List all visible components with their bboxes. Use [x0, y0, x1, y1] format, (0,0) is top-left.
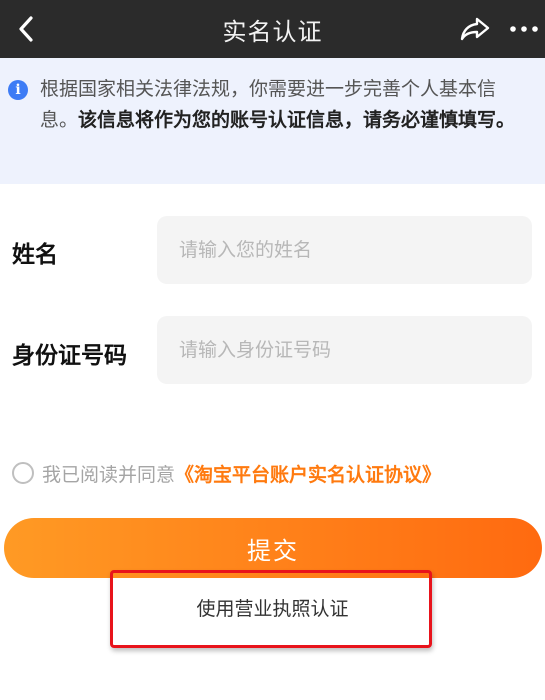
agreement-row: 我已阅读并同意 《淘宝平台账户实名认证协议》: [12, 459, 441, 487]
top-navbar: 实名认证: [0, 0, 545, 58]
id-number-label: 身份证号码: [12, 343, 127, 369]
submit-button[interactable]: 提交: [4, 518, 542, 578]
agreement-radio[interactable]: [12, 462, 34, 484]
notice-banner: i 根据国家相关法律法规，你需要进一步完善个人基本信息。该信息将作为您的账号认证…: [0, 58, 545, 184]
more-dots-icon: [510, 26, 538, 32]
notice-text-bold: 该信息将作为您的账号认证信息，请务必谨慎填写。: [78, 109, 516, 131]
name-label: 姓名: [12, 242, 58, 268]
share-button[interactable]: [455, 11, 495, 47]
agreement-link[interactable]: 《淘宝平台账户实名认证协议》: [175, 460, 441, 487]
id-number-input[interactable]: [157, 316, 532, 384]
more-button[interactable]: [504, 11, 544, 47]
share-icon: [460, 17, 490, 41]
notice-text: 根据国家相关法律法规，你需要进一步完善个人基本信息。该信息将作为您的账号认证信息…: [40, 74, 531, 136]
name-input[interactable]: [157, 216, 532, 284]
agreement-prefix: 我已阅读并同意: [42, 463, 176, 486]
business-license-auth-link[interactable]: 使用营业执照认证: [0, 592, 545, 622]
info-icon: i: [8, 80, 28, 100]
